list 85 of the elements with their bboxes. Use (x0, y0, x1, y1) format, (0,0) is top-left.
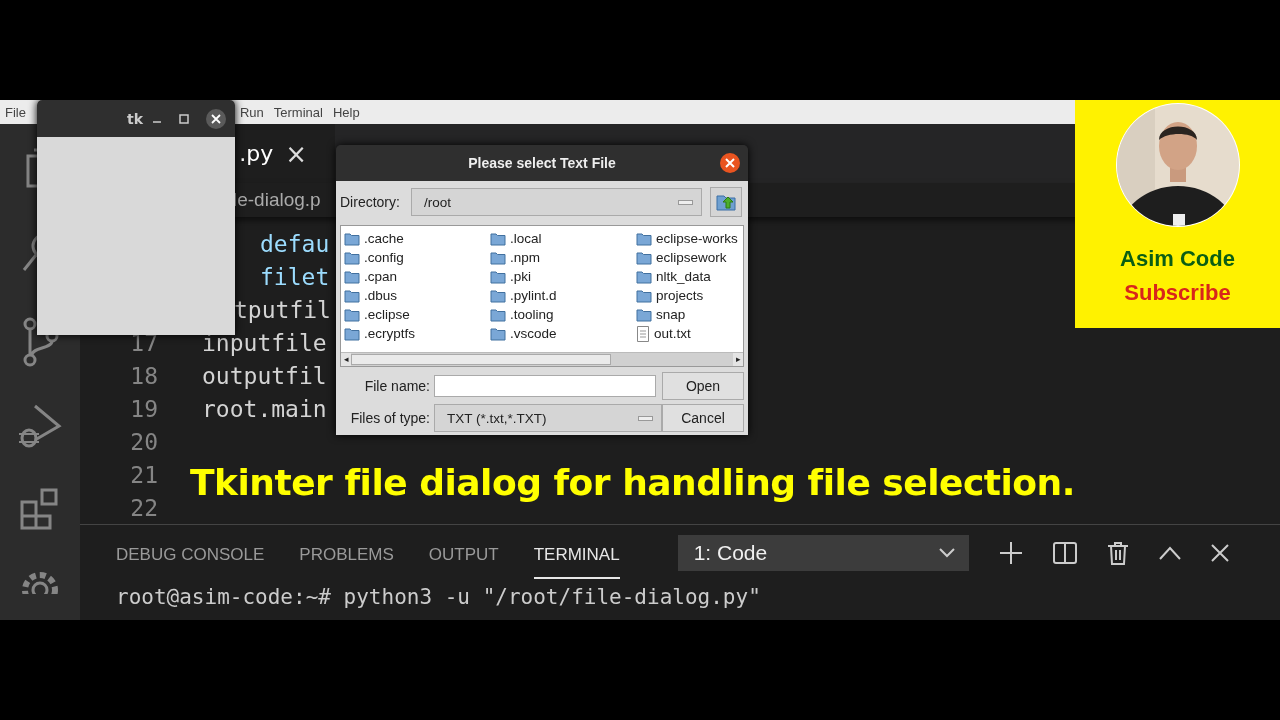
menu-item[interactable]: Help (332, 104, 360, 120)
file-list-item[interactable]: .pylint.d (490, 286, 636, 305)
channel-name: Asim Code (1120, 246, 1235, 272)
file-list-item[interactable]: snap (636, 305, 743, 324)
folder-icon (344, 307, 360, 322)
terminal-dropdown[interactable]: 1: Code (677, 535, 969, 571)
file-list-item[interactable]: .tooling (490, 305, 636, 324)
maximize-icon[interactable] (179, 113, 189, 124)
code-line: inputfile (202, 329, 327, 356)
folder-icon (344, 288, 360, 303)
folder-icon (490, 326, 506, 341)
file-list-item[interactable]: out.txt (636, 324, 743, 343)
file-list-item[interactable]: .cpan (344, 267, 490, 286)
panel-tab[interactable]: PROBLEMS (299, 527, 394, 579)
file-type-dropdown[interactable]: TXT (*.txt,*.TXT) (434, 404, 662, 432)
open-button[interactable]: Open (662, 372, 744, 400)
file-list-item[interactable]: eclipse-works (636, 229, 743, 248)
file-list-item[interactable]: .local (490, 229, 636, 248)
code-line: root.main (202, 395, 327, 422)
document-icon (636, 325, 650, 342)
line-number: 22 (129, 494, 158, 521)
file-list-item[interactable]: .npm (490, 248, 636, 267)
dialog-title: Please select Text File (468, 155, 616, 171)
field-label: Directory: (340, 194, 401, 210)
code-line: tputfil (234, 296, 331, 323)
field-label: Files of type: (349, 410, 430, 426)
file-list-item[interactable]: .config (344, 248, 490, 267)
folder-icon (636, 250, 652, 265)
file-list-item[interactable]: .vscode (490, 324, 636, 343)
trash-icon[interactable] (1106, 541, 1129, 565)
line-number: 18 (129, 362, 158, 389)
folder-icon (344, 269, 360, 284)
directory-dropdown[interactable]: /root (411, 188, 702, 216)
folder-icon (636, 269, 652, 284)
menu-item[interactable]: Run (239, 104, 264, 120)
folder-icon (344, 326, 360, 341)
up-folder-button[interactable] (710, 187, 742, 217)
file-list-item[interactable]: .eclipse (344, 305, 490, 324)
folder-icon (636, 231, 652, 246)
line-number: 21 (129, 461, 158, 488)
code-line: defau (260, 230, 330, 257)
file-list-item[interactable]: nltk_data (636, 267, 743, 286)
file-list-item[interactable]: .ecryptfs (344, 324, 490, 343)
panel-tab[interactable]: TERMINAL (533, 527, 620, 579)
plus-icon[interactable] (998, 541, 1023, 565)
debug-icon[interactable] (17, 402, 63, 450)
close-icon[interactable] (720, 153, 740, 173)
code-line: filet (260, 263, 330, 290)
folder-icon (490, 231, 506, 246)
terminal-line: root@asim-code:~# python3 -u "/root/file-dialog.py" (115, 585, 762, 609)
chevron-up-icon[interactable] (1158, 546, 1181, 560)
scrollbar[interactable]: ◂ ▸ (341, 352, 743, 366)
file-list-item[interactable]: eclipsework (636, 248, 743, 267)
close-icon[interactable] (1210, 544, 1229, 562)
folder-icon (636, 307, 652, 322)
field-label: File name: (363, 378, 430, 394)
subscribe-text[interactable]: Subscribe (1124, 280, 1231, 306)
code-line: outputfil (202, 362, 327, 389)
file-list-item[interactable]: .dbus (344, 286, 490, 305)
editor-tab[interactable]: .py × (235, 124, 335, 184)
panel-tab[interactable]: OUTPUT (428, 527, 499, 579)
menu-item[interactable]: Terminal (273, 104, 323, 120)
file-list-item[interactable]: .cache (344, 229, 490, 248)
window-title: tk (127, 110, 143, 127)
cancel-button[interactable]: Cancel (662, 404, 744, 432)
folder-icon (490, 269, 506, 284)
panel-tab[interactable]: DEBUG CONSOLE (116, 527, 265, 579)
folder-up-icon (716, 193, 736, 211)
folder-icon (490, 288, 506, 303)
file-name-field[interactable] (434, 375, 656, 397)
folder-icon (344, 250, 360, 265)
close-icon[interactable] (206, 108, 226, 129)
menu-item[interactable]: File (5, 104, 26, 120)
folder-icon (490, 307, 506, 322)
line-number: 20 (129, 428, 158, 455)
caption: Tkinter file dialog for handling file selection. (190, 462, 1075, 503)
chevron-down-icon (938, 548, 955, 558)
folder-icon (490, 250, 506, 265)
split-icon[interactable] (1052, 541, 1077, 565)
line-number: 19 (129, 395, 158, 422)
file-list-item[interactable]: projects (636, 286, 743, 305)
close-icon[interactable]: × (285, 138, 307, 169)
folder-icon (636, 288, 652, 303)
file-list-item[interactable]: .pki (490, 267, 636, 286)
folder-icon (344, 231, 360, 246)
